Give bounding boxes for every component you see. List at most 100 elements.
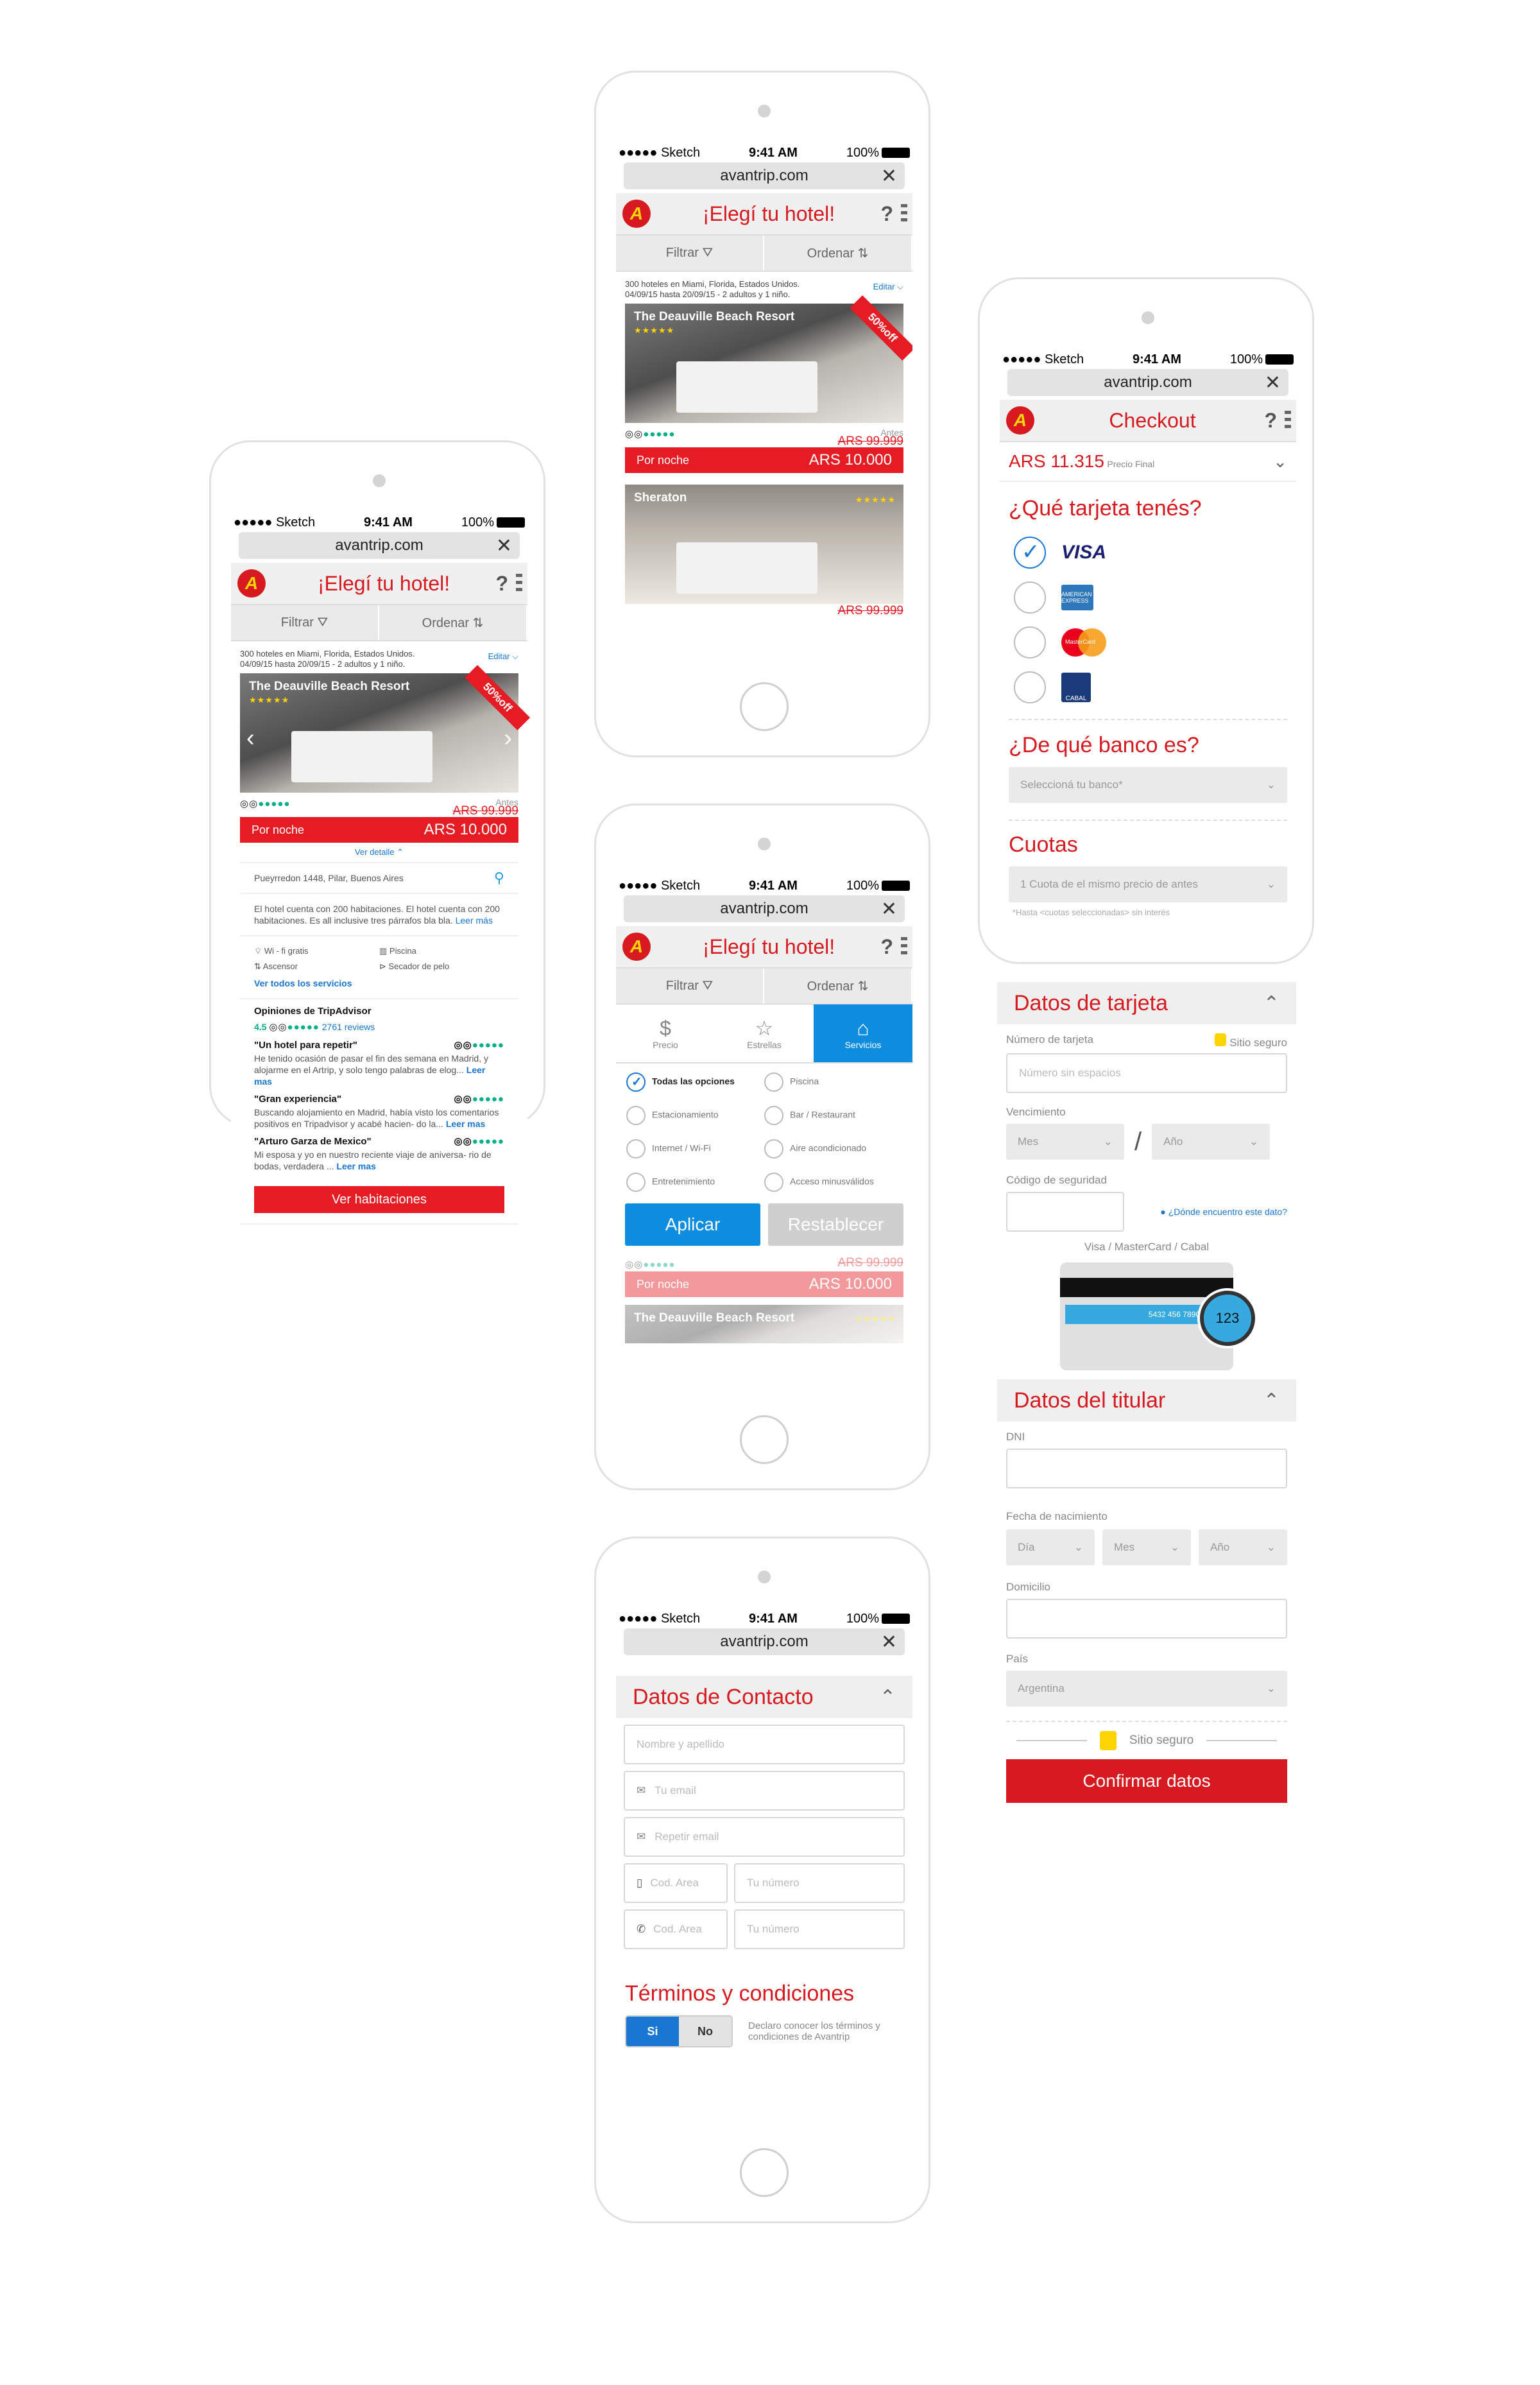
name-field[interactable]: Nombre y apellido [624,1725,905,1764]
card-option-visa[interactable]: VISA [1000,530,1296,575]
option-bar[interactable]: Bar / Restaurant [764,1106,902,1125]
avantrip-logo[interactable]: A [622,933,651,961]
filter-button[interactable]: Filtrar ⛛ [616,236,764,271]
apply-button[interactable]: Aplicar [625,1203,760,1246]
read-more-link[interactable]: Leer mas [446,1119,485,1129]
close-icon[interactable]: ✕ [496,535,512,557]
repeat-email-field[interactable]: ✉ Repetir email [624,1817,905,1857]
menu-icon[interactable] [901,204,907,223]
edit-search-link[interactable]: Editar ⌵ [873,282,903,292]
tab-price[interactable]: $ Precio [616,1004,715,1062]
home-button[interactable] [740,2148,789,2197]
radio[interactable] [764,1106,783,1125]
radio[interactable] [764,1139,783,1158]
tab-stars[interactable]: ☆ Estrellas [715,1004,814,1062]
next-arrow-icon[interactable]: › [504,725,512,752]
price-summary[interactable]: ARS 11.315 Precio Final ⌄ [1000,442,1296,482]
chevron-up-icon[interactable]: ⌃ [880,1686,896,1709]
birth-month-select[interactable]: Mes ⌄ [1102,1529,1191,1565]
option-entertainment[interactable]: Entretenimiento [626,1173,764,1192]
help-icon[interactable]: ? [495,572,508,596]
contact-section-header[interactable]: Datos de Contacto ⌃ [616,1676,912,1718]
detail-toggle[interactable]: Ver detalle ⌃ [240,843,518,863]
card-option-amex[interactable]: AMERICAN EXPRESS [1000,575,1296,620]
avantrip-logo[interactable]: A [1006,406,1034,435]
birth-year-select[interactable]: Año ⌄ [1199,1529,1287,1565]
edit-search-link[interactable]: Editar ⌵ [488,651,518,662]
menu-icon[interactable] [901,937,907,956]
view-rooms-button[interactable]: Ver habitaciones [254,1186,504,1213]
cuotas-select[interactable]: 1 Cuota de el mismo precio de antes ⌄ [1009,866,1287,902]
terms-toggle[interactable]: Si No [625,2015,733,2047]
close-icon[interactable]: ✕ [881,1631,897,1653]
dni-field[interactable] [1006,1449,1287,1488]
url-bar[interactable]: avantrip.com ✕ [624,162,905,189]
help-icon[interactable]: ? [880,935,893,959]
radio[interactable] [1014,581,1046,614]
url-bar[interactable]: avantrip.com ✕ [624,895,905,922]
phone-number-field[interactable]: Tu número [734,1863,905,1903]
area-code-field[interactable]: ✆ Cod. Area [624,1909,728,1949]
yes-option[interactable]: Si [626,2017,679,2046]
prev-arrow-icon[interactable]: ‹ [246,725,255,752]
order-button[interactable]: Ordenar ⇅ [764,969,912,1004]
radio[interactable] [1014,626,1046,659]
area-code-field[interactable]: ▯ Cod. Area [624,1863,728,1903]
price-bar[interactable]: Por noche ARS 10.000 [240,817,518,843]
filter-button[interactable]: Filtrar ⛛ [616,969,764,1004]
no-option[interactable]: No [679,2017,732,2046]
confirm-button[interactable]: Confirmar datos [1006,1759,1287,1803]
menu-icon[interactable] [516,574,522,593]
cvv-help-link[interactable]: ● ¿Dónde encuentro este dato? [1160,1207,1287,1217]
radio[interactable] [764,1173,783,1192]
country-select[interactable]: Argentina ⌄ [1006,1671,1287,1707]
radio[interactable] [626,1139,646,1158]
hotel-photo[interactable]: Sheraton ★★★★★ [625,485,903,604]
home-button[interactable] [740,682,789,731]
filter-button[interactable]: Filtrar ⛛ [231,605,379,641]
cvv-field[interactable] [1006,1192,1124,1232]
order-button[interactable]: Ordenar ⇅ [764,236,912,271]
birth-day-select[interactable]: Día ⌄ [1006,1529,1095,1565]
chevron-up-icon[interactable]: ⌃ [1263,1390,1279,1412]
reset-button[interactable]: Restablecer [768,1203,903,1246]
avantrip-logo[interactable]: A [237,569,266,598]
hotel-photo[interactable]: The Deauville Beach Resort ★★★★★ 50%off [625,295,912,423]
url-bar[interactable]: avantrip.com ✕ [239,532,520,559]
radio[interactable] [626,1106,646,1125]
tab-services[interactable]: ⌂ Servicios [814,1004,912,1062]
option-pool[interactable]: Piscina [764,1072,902,1092]
hotel-photo[interactable]: The Deauville Beach Resort ★★★★★ 50%off … [240,665,531,793]
expiry-month-select[interactable]: Mes ⌄ [1006,1124,1124,1160]
option-all[interactable]: Todas las opciones [626,1072,764,1092]
bank-select[interactable]: Seleccioná tu banco* ⌄ [1009,767,1287,803]
map-pin-icon[interactable]: ⚲ [494,871,504,885]
option-ac[interactable]: Aire acondicionado [764,1139,902,1158]
close-icon[interactable]: ✕ [881,898,897,920]
holder-data-header[interactable]: Datos del titular ⌃ [997,1379,1296,1422]
chevron-up-icon[interactable]: ⌃ [1263,992,1279,1015]
email-field[interactable]: ✉ Tu email [624,1771,905,1811]
phone-number-field[interactable]: Tu número [734,1909,905,1949]
card-option-mastercard[interactable]: MasterCard [1000,620,1296,665]
all-services-link[interactable]: Ver todos los servicios [254,977,504,989]
price-bar[interactable]: Por noche ARS 10.000 [625,447,903,473]
help-icon[interactable]: ? [880,202,893,226]
radio-checked[interactable] [626,1072,646,1092]
close-icon[interactable]: ✕ [1265,372,1281,394]
reviews-count-link[interactable]: 2761 reviews [322,1022,375,1032]
menu-icon[interactable] [1285,411,1291,430]
card-data-header[interactable]: Datos de tarjeta ⌃ [997,982,1296,1024]
close-icon[interactable]: ✕ [881,165,897,187]
order-button[interactable]: Ordenar ⇅ [379,605,527,641]
expiry-year-select[interactable]: Año ⌄ [1152,1124,1270,1160]
help-icon[interactable]: ? [1264,409,1277,433]
radio[interactable] [1014,671,1046,703]
card-option-cabal[interactable]: CABAL [1000,665,1296,710]
avantrip-logo[interactable]: A [622,200,651,228]
option-internet[interactable]: Internet / Wi-Fi [626,1139,764,1158]
radio-checked[interactable] [1014,537,1046,569]
card-number-field[interactable]: Número sin espacios [1006,1053,1287,1093]
url-bar[interactable]: avantrip.com ✕ [1007,369,1288,396]
read-more-link[interactable]: Leer más [456,915,493,926]
